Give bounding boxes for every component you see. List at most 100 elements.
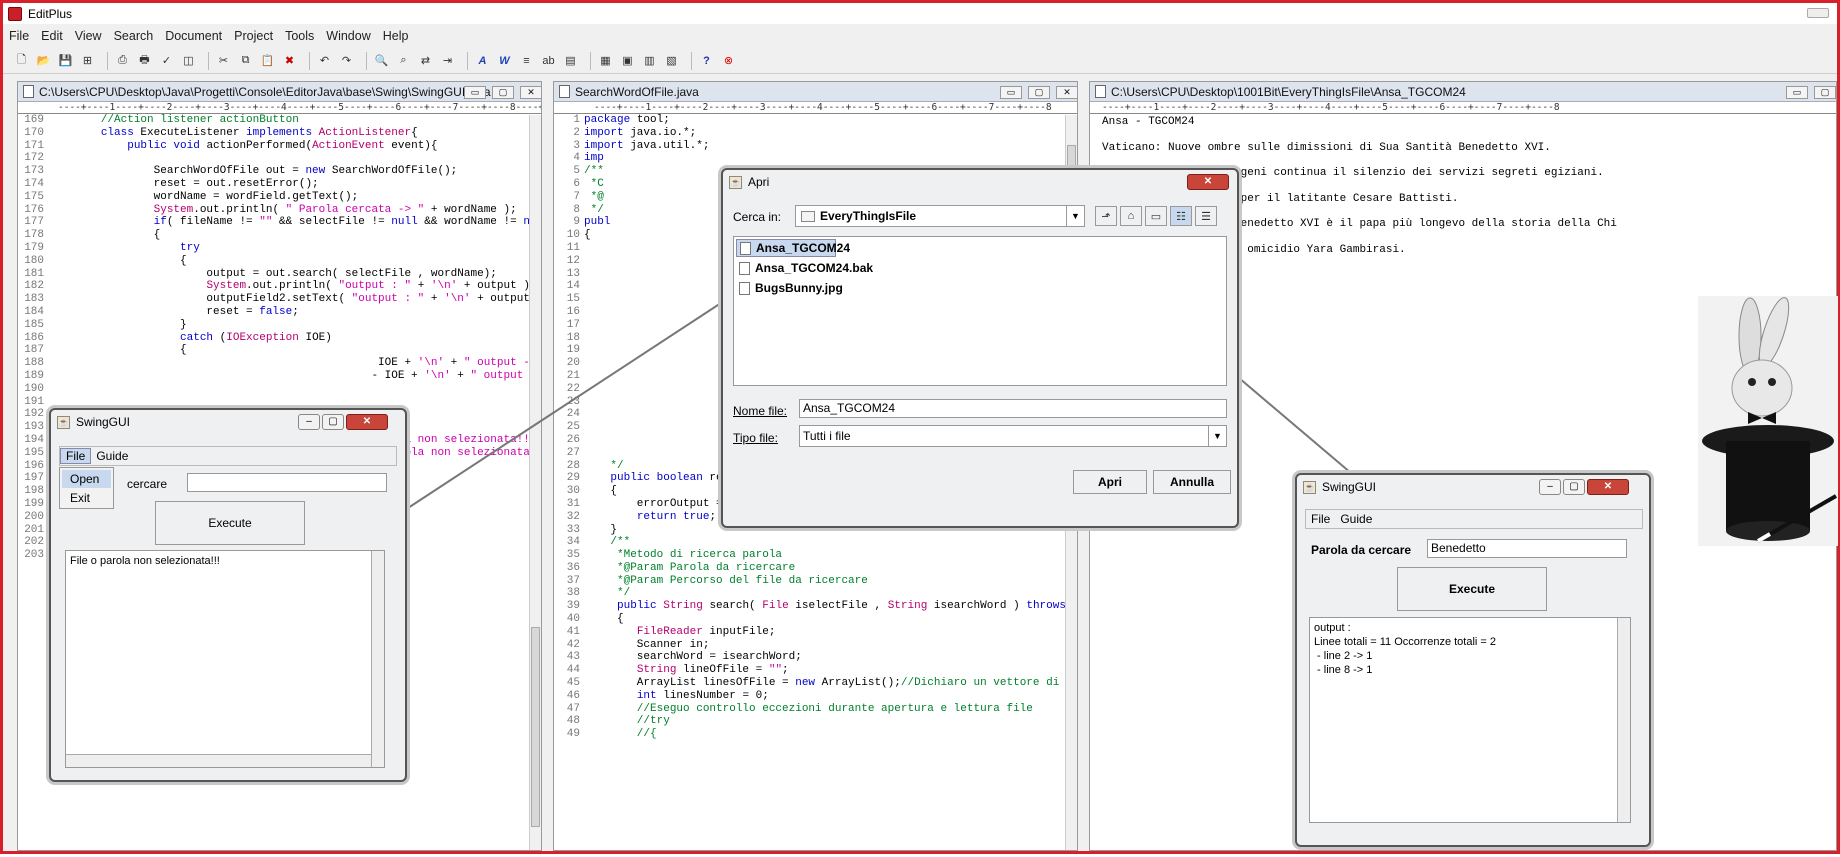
code-token: String [636, 664, 677, 677]
panel-minimize-button[interactable]: ▭ [1786, 86, 1808, 99]
filename-input[interactable]: Ansa_TGCOM24 [799, 399, 1227, 418]
panel-close-button[interactable]: ✕ [520, 86, 541, 99]
menu-document[interactable]: Document [159, 29, 228, 43]
up-folder-icon[interactable]: ⬏ [1095, 206, 1117, 226]
word-wrap-icon[interactable]: W [496, 52, 513, 69]
home-icon[interactable]: ⌂ [1120, 206, 1142, 226]
menu-guide[interactable]: Guide [1335, 512, 1377, 526]
panel-maximize-button[interactable]: ▢ [1028, 86, 1050, 99]
browser-preview-icon[interactable]: ▣ [619, 52, 636, 69]
copy-icon[interactable]: ⧉ [237, 52, 254, 69]
close-button[interactable]: ✕ [1187, 174, 1229, 190]
undo-icon[interactable]: ↶ [316, 52, 333, 69]
menu-window[interactable]: Window [320, 29, 376, 43]
font-icon[interactable]: A [474, 52, 491, 69]
folder-icon [801, 210, 815, 222]
horizontal-scrollbar[interactable] [66, 754, 371, 767]
menu-project[interactable]: Project [228, 29, 279, 43]
user-tool-icon[interactable]: ▦ [597, 52, 614, 69]
panel-close-button[interactable]: ✕ [1056, 86, 1077, 99]
execute-button[interactable]: Execute [1397, 567, 1547, 611]
menu-file[interactable]: File [1306, 512, 1335, 526]
browser-icon[interactable]: ◫ [180, 52, 197, 69]
open-button[interactable]: Apri [1073, 470, 1147, 494]
delete-icon[interactable]: ✖ [281, 52, 298, 69]
menu-view[interactable]: View [69, 29, 108, 43]
file-item[interactable]: Ansa_TGCOM24.bak [736, 259, 1224, 277]
menu-file[interactable]: File [3, 29, 35, 43]
abc-icon[interactable]: ab [540, 52, 557, 69]
code-token: "" [259, 216, 273, 229]
menu-tools[interactable]: Tools [279, 29, 320, 43]
close-button[interactable]: ✕ [346, 414, 388, 430]
chevron-down-icon[interactable]: ▼ [1066, 206, 1084, 226]
panel-minimize-button[interactable]: ▭ [464, 86, 486, 99]
menu-exit[interactable]: Exit [60, 490, 113, 506]
find-icon[interactable]: 🔍 [373, 52, 390, 69]
line-number: 169 [24, 114, 44, 126]
maximize-button[interactable]: ▢ [322, 414, 344, 430]
menu-file[interactable]: File [60, 448, 92, 464]
open-file-icon[interactable]: 📂 [35, 52, 52, 69]
vertical-scrollbar[interactable] [529, 115, 541, 850]
directory-icon[interactable]: ▧ [663, 52, 680, 69]
scrollbar-thumb[interactable] [531, 627, 540, 827]
new-file-icon[interactable]: 🗋 [13, 52, 30, 69]
code-token: isearchWord ) [927, 600, 1027, 613]
close-button[interactable]: ✕ [1587, 479, 1629, 495]
maximize-button[interactable]: ▢ [1563, 479, 1585, 495]
code-token: wordName = wordField.getText(); [48, 190, 359, 203]
save-all-icon[interactable]: ⊞ [79, 52, 96, 69]
execute-button[interactable]: Execute [155, 501, 305, 545]
code-token: null [391, 216, 418, 229]
menu-open[interactable]: Open [62, 470, 111, 488]
details-view-icon[interactable]: ☰ [1195, 206, 1217, 226]
stop-icon[interactable]: ⊗ [720, 52, 737, 69]
panel-maximize-button[interactable]: ▢ [1814, 86, 1836, 99]
ruler-icon[interactable]: ≡ [518, 52, 535, 69]
line-text: import java.io.*; [584, 127, 696, 140]
menu-help[interactable]: Help [377, 29, 415, 43]
minimize-button[interactable]: – [298, 414, 320, 430]
vertical-scrollbar[interactable] [1617, 618, 1630, 822]
panel-minimize-button[interactable]: ▭ [1000, 86, 1022, 99]
chevron-down-icon[interactable]: ▼ [1208, 426, 1226, 446]
cliptext-icon[interactable]: ▥ [641, 52, 658, 69]
replace-icon[interactable]: ⇄ [417, 52, 434, 69]
output-area[interactable]: output : Linee totali = 11 Occorrenze tot… [1309, 617, 1631, 823]
file-name: BugsBunny.jpg [755, 281, 843, 295]
file-item[interactable]: Ansa_TGCOM24 [736, 239, 850, 257]
redo-icon[interactable]: ↷ [338, 52, 355, 69]
column-icon[interactable]: ▤ [562, 52, 579, 69]
menu-search[interactable]: Search [108, 29, 160, 43]
minimize-button[interactable]: – [1539, 479, 1561, 495]
look-in-select[interactable]: EveryThingIsFile ▼ [795, 205, 1085, 227]
filetype-select[interactable]: Tutti i file ▼ [799, 425, 1227, 447]
find-next-icon[interactable]: ⌕ [395, 52, 412, 69]
save-icon[interactable]: 💾 [57, 52, 74, 69]
cancel-button[interactable]: Annulla [1153, 470, 1231, 494]
cut-icon[interactable]: ✂ [215, 52, 232, 69]
code-token: reset = [48, 305, 260, 318]
menu-edit[interactable]: Edit [35, 29, 69, 43]
new-folder-icon[interactable]: ▭ [1145, 206, 1167, 226]
code-token: //Eseguo controllo eccezioni durante ape… [584, 702, 1033, 715]
code-line: 40 { [554, 613, 1077, 626]
print-preview-icon[interactable]: ⎙ [114, 52, 131, 69]
help-icon[interactable]: ? [698, 52, 715, 69]
menu-guide[interactable]: Guide [91, 449, 133, 463]
goto-icon[interactable]: ⇥ [439, 52, 456, 69]
file-item[interactable]: BugsBunny.jpg [736, 279, 1224, 297]
search-input[interactable] [187, 473, 387, 492]
spell-check-icon[interactable]: ✓ [158, 52, 175, 69]
vertical-scrollbar[interactable] [371, 551, 384, 767]
list-view-icon[interactable]: ☷ [1170, 206, 1192, 226]
code-line: 184 reset = false; [18, 306, 541, 319]
search-input[interactable]: Benedetto [1427, 539, 1627, 558]
output-area[interactable]: File o parola non selezionata!!! [65, 550, 385, 768]
print-icon[interactable]: 🖶 [136, 52, 153, 69]
paste-icon[interactable]: 📋 [259, 52, 276, 69]
panel-maximize-button[interactable]: ▢ [492, 86, 514, 99]
minimize-button[interactable] [1807, 8, 1829, 18]
